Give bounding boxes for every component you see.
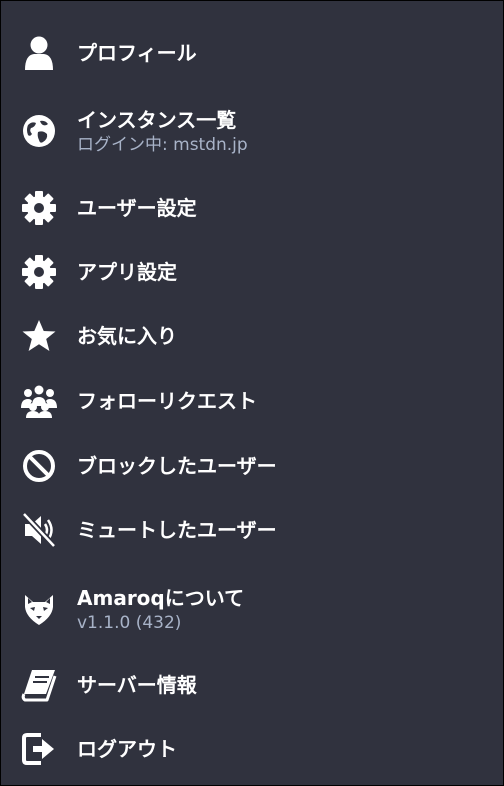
star-icon — [17, 314, 61, 358]
menu-label: お気に入り — [77, 324, 177, 348]
menu-item-muted-users[interactable]: ミュートしたユーザー — [1, 502, 503, 558]
menu-label: インスタンス一覧 — [77, 107, 237, 132]
menu-item-server-info[interactable]: サーバー情報 — [1, 657, 503, 713]
menu-item-about[interactable]: Amaroqについて v1.1.0 (432) — [1, 577, 503, 641]
gear-icon — [17, 250, 61, 294]
menu-label: アプリ設定 — [77, 260, 177, 284]
menu-label: Amaroqについて — [77, 585, 245, 610]
person-icon — [17, 31, 61, 75]
gear-icon — [17, 186, 61, 230]
menu-item-follow-requests[interactable]: フォローリクエスト — [1, 373, 503, 429]
menu-label: ユーザー設定 — [77, 196, 197, 220]
globe-icon — [17, 109, 61, 153]
menu-item-blocked-users[interactable]: ブロックしたユーザー — [1, 438, 503, 494]
menu-item-instances[interactable]: インスタンス一覧 ログイン中: mstdn.jp — [1, 99, 503, 163]
login-status: ログイン中: mstdn.jp — [77, 134, 248, 155]
menu-item-user-settings[interactable]: ユーザー設定 — [1, 180, 503, 236]
menu-label: ブロックしたユーザー — [77, 454, 277, 478]
menu-label: サーバー情報 — [77, 673, 197, 697]
menu-label: フォローリクエスト — [77, 389, 257, 413]
menu-item-profile[interactable]: プロフィール — [1, 25, 503, 81]
book-icon — [17, 663, 61, 707]
menu-item-logout[interactable]: ログアウト — [1, 721, 503, 777]
users-icon — [17, 379, 61, 423]
block-icon — [17, 444, 61, 488]
side-menu: プロフィール インスタンス一覧 ログイン中: mstdn.jp ユーザー設定 ア… — [0, 0, 504, 786]
menu-label: プロフィール — [77, 41, 197, 65]
menu-label: ミュートしたユーザー — [77, 518, 277, 542]
version-text: v1.1.0 (432) — [77, 612, 182, 633]
menu-item-app-settings[interactable]: アプリ設定 — [1, 244, 503, 300]
fox-icon — [17, 587, 61, 631]
muted-speaker-icon — [17, 508, 61, 552]
menu-label: ログアウト — [77, 737, 177, 761]
menu-item-favourites[interactable]: お気に入り — [1, 308, 503, 364]
sign-out-icon — [17, 727, 61, 771]
